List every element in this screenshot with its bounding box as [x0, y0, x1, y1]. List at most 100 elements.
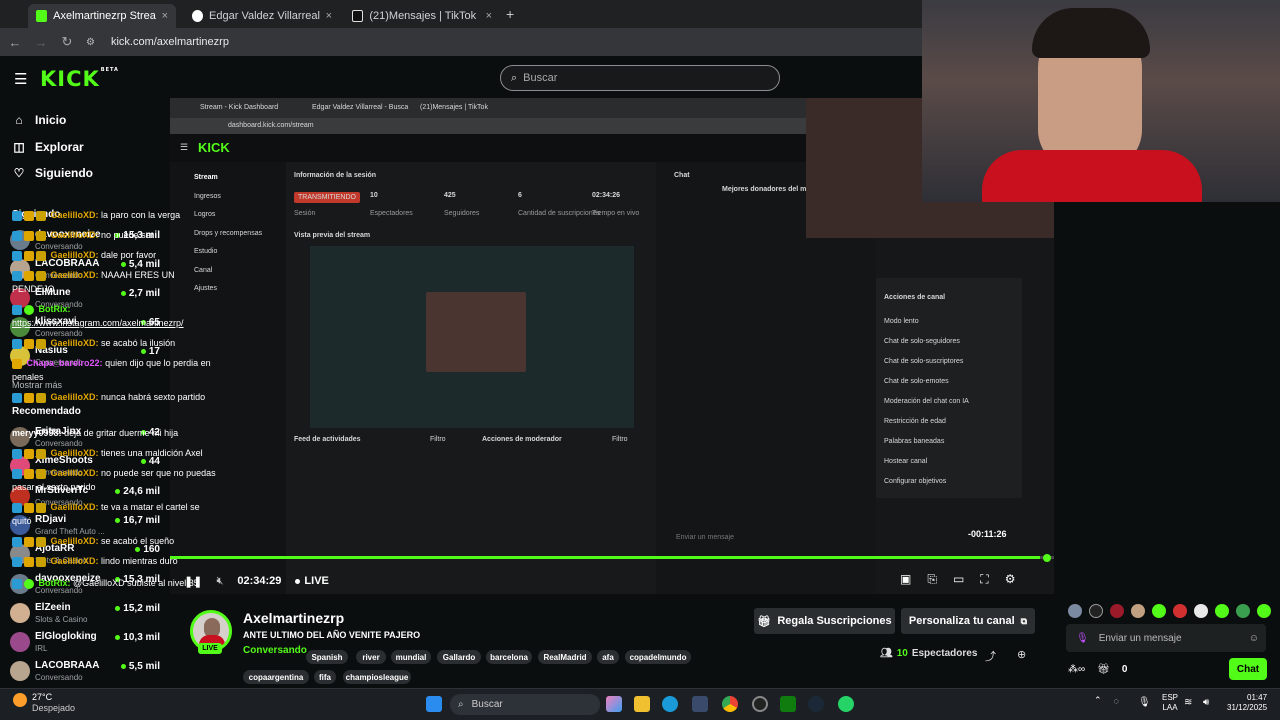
gift-icon[interactable]: 🎁︎	[1097, 664, 1110, 675]
steam-icon[interactable]	[808, 696, 824, 712]
emote-icon[interactable]	[1215, 604, 1229, 618]
follow-icon[interactable]: ⊕	[1017, 648, 1026, 661]
site-info-icon[interactable]: ⚙	[86, 37, 95, 48]
new-tab-button[interactable]: +	[506, 6, 514, 22]
chat-username[interactable]: GaelilloXD:	[51, 270, 99, 280]
stream-tag[interactable]: Gallardo	[437, 650, 481, 664]
emote-icon[interactable]	[1068, 604, 1082, 618]
tab-kick-stream[interactable]: Axelmartinezrp Stream - Watc ×	[28, 4, 176, 28]
progress-bar[interactable]	[170, 556, 1040, 559]
emote-icon[interactable]	[1110, 604, 1124, 618]
share-icon[interactable]: ⤴	[985, 648, 996, 664]
taskbar-search[interactable]: ⌕ Buscar	[450, 694, 600, 715]
badge-icon	[24, 392, 34, 403]
volume-icon[interactable]: 🔊︎	[1203, 697, 1209, 708]
emote-icon[interactable]	[1257, 604, 1271, 618]
chat-text[interactable]: https://www.instagram.com/axelmartinezrp…	[12, 318, 184, 328]
stream-tag[interactable]: river	[356, 650, 386, 664]
emote-icon[interactable]	[1236, 604, 1250, 618]
url-field[interactable]: kick.com/axelmartinezrp	[111, 36, 229, 48]
stream-category[interactable]: Conversando	[243, 645, 307, 656]
captured-preview-cam	[426, 292, 526, 372]
theater-icon[interactable]: ▭	[953, 572, 964, 587]
whatsapp-icon[interactable]	[838, 696, 854, 712]
chrome-icon[interactable]	[722, 696, 738, 712]
emote-icon[interactable]	[1089, 604, 1103, 618]
clock[interactable]: 01:47 31/12/2025	[1227, 693, 1267, 713]
chat-username[interactable]: GaelilloXD:	[51, 536, 99, 546]
stream-tag[interactable]: fifa	[314, 670, 336, 684]
tab-tiktok[interactable]: (21)Mensajes | TikTok ×	[344, 4, 500, 28]
nav-label: Inicio	[35, 113, 67, 127]
chat-username[interactable]: BotRix:	[39, 578, 71, 588]
chat-send-button[interactable]: Chat	[1229, 658, 1267, 680]
stream-tag[interactable]: afa	[597, 650, 619, 664]
close-tab-icon[interactable]: ×	[326, 10, 332, 22]
emote-icon[interactable]	[1194, 604, 1208, 618]
kick-logo[interactable]: KICKBETA	[40, 67, 119, 91]
gift-subscriptions-button[interactable]: 🎁︎ Regala Suscripciones	[754, 608, 895, 634]
network-icon[interactable]: ◌	[1114, 696, 1119, 706]
wifi-icon[interactable]: ≋	[1184, 697, 1192, 708]
microphone-icon[interactable]: 🎙︎	[1138, 697, 1151, 708]
chat-username[interactable]: Chapa_bareiro22:	[27, 358, 103, 368]
chat-username[interactable]: GaelilloXD:	[51, 338, 99, 348]
chevron-up-icon[interactable]: ⌃	[1094, 695, 1102, 706]
chat-username[interactable]: GaelilloXD:	[51, 468, 99, 478]
chat-username[interactable]: GaelilloXD:	[51, 502, 99, 512]
chat-input[interactable]: 🎙︎ Enviar un mensaje ☺	[1066, 624, 1266, 652]
hamburger-menu-icon[interactable]: ☰	[14, 70, 27, 88]
nav-siguiendo[interactable]: ♡ Siguiendo	[12, 166, 93, 180]
nav-inicio[interactable]: ⌂ Inicio	[12, 113, 66, 127]
miniplayer-icon[interactable]: ▣	[900, 572, 911, 587]
copilot-icon[interactable]	[606, 696, 622, 712]
stream-tag[interactable]: copaargentina	[243, 670, 309, 684]
emote-icon[interactable]	[1131, 604, 1145, 618]
app-icon[interactable]	[752, 696, 768, 712]
windows-start-icon[interactable]	[426, 696, 442, 712]
stream-tag[interactable]: copadelmundo	[625, 650, 691, 664]
channel-row[interactable]: ElGlogloking IRL 10,3 mil	[10, 629, 160, 655]
tab-search[interactable]: Edgar Valdez Villarreal - Buscar ×	[184, 4, 340, 28]
store-icon[interactable]	[692, 696, 708, 712]
reload-button[interactable]: ↻	[60, 34, 74, 50]
nav-explorar[interactable]: ◫ Explorar	[12, 140, 83, 154]
file-explorer-icon[interactable]	[634, 696, 650, 712]
channel-row[interactable]: LACOBRAAA Conversando 5,5 mil	[10, 658, 160, 684]
fullscreen-icon[interactable]: ⛶	[980, 572, 988, 587]
stream-tag[interactable]: Spanish	[306, 650, 348, 664]
chat-username[interactable]: GaelilloXD:	[51, 392, 99, 402]
close-tab-icon[interactable]: ×	[162, 10, 168, 22]
emote-icon[interactable]	[1152, 604, 1166, 618]
stream-tag[interactable]: mundial	[391, 650, 431, 664]
chat-username[interactable]: BotRix:	[39, 304, 71, 314]
xbox-icon[interactable]	[780, 696, 796, 712]
captured-tab-label: Edgar Valdez Villarreal - Busca	[312, 104, 409, 111]
chat-username[interactable]: GaelilloXD:	[51, 230, 99, 240]
stream-tag[interactable]: barcelona	[486, 650, 532, 664]
chat-username[interactable]: GaelilloXD:	[51, 210, 99, 220]
search-input[interactable]: ⌕ Buscar	[500, 65, 780, 91]
personalize-channel-button[interactable]: Personaliza tu canal ⧉	[901, 608, 1035, 634]
points-icon[interactable]: ⁂∞	[1068, 664, 1085, 675]
edge-icon[interactable]	[662, 696, 678, 712]
channel-row[interactable]: ElZeein Slots & Casino 15,2 mil	[10, 600, 160, 626]
progress-knob[interactable]	[1043, 554, 1051, 562]
close-tab-icon[interactable]: ×	[486, 10, 492, 22]
chat-username[interactable]: GaelilloXD:	[51, 556, 99, 566]
weather-widget[interactable]: 27°C Despejado	[12, 692, 75, 714]
chat-username[interactable]: GaelilloXD:	[51, 448, 99, 458]
emoji-icon[interactable]: ☺	[1249, 633, 1259, 644]
chat-username[interactable]: meryy0998:	[12, 428, 62, 438]
clip-icon[interactable]: ⎘	[927, 572, 937, 587]
chat-username[interactable]: GaelilloXD:	[51, 250, 99, 260]
microphone-icon[interactable]: 🎙︎	[1076, 633, 1089, 644]
settings-gear-icon[interactable]: ⚙	[1005, 572, 1016, 587]
back-button[interactable]: ←	[8, 35, 22, 50]
language-indicator[interactable]: ESP LAA	[1162, 693, 1178, 713]
emote-icon[interactable]	[1173, 604, 1187, 618]
stream-tag[interactable]: champiosleague	[343, 670, 411, 684]
stream-tag[interactable]: RealMadrid	[538, 650, 592, 664]
streamer-name[interactable]: Axelmartinezrp	[243, 610, 344, 626]
forward-button[interactable]: →	[34, 35, 48, 50]
